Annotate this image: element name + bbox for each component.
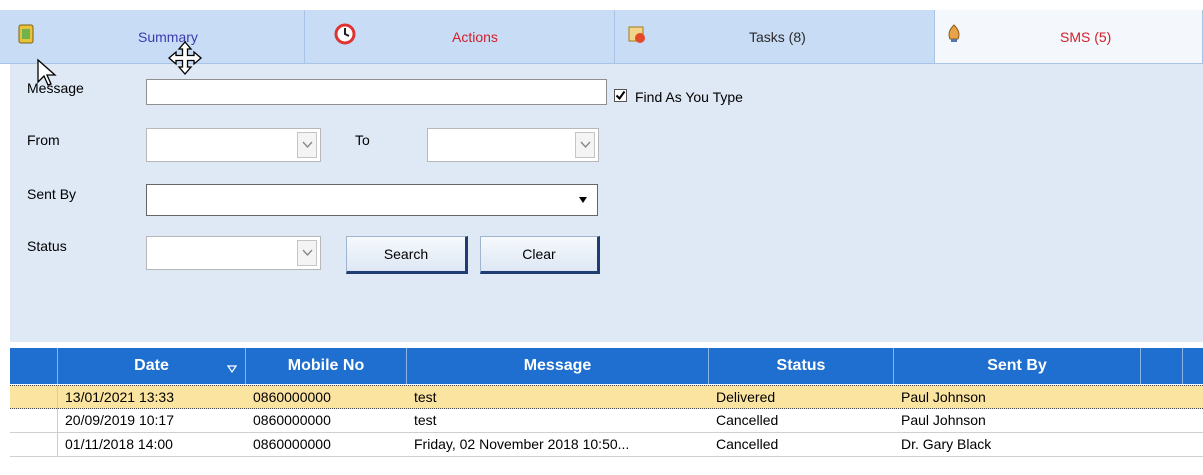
tab-tasks-label: Tasks (8): [749, 29, 806, 45]
to-dropdown-button[interactable]: [575, 132, 595, 158]
grid-row-header-corner: [10, 348, 58, 384]
tab-sms[interactable]: SMS (5): [935, 10, 1203, 63]
filter-panel: Message Find As You Type From To Sent By…: [10, 64, 1203, 342]
search-button[interactable]: Search: [346, 236, 468, 274]
to-label: To: [355, 132, 370, 148]
cell-message: test: [414, 389, 437, 405]
actions-clock-icon: [333, 22, 357, 46]
move-cursor-icon: [167, 40, 203, 79]
tab-actions[interactable]: Actions: [305, 10, 615, 63]
grid-header: Date Mobile No Message Status Sent By: [10, 348, 1203, 384]
cell-sent-by: Dr. Gary Black: [901, 436, 992, 452]
status-combo[interactable]: [146, 236, 321, 270]
message-input[interactable]: [146, 79, 607, 105]
cell-date: 20/09/2019 10:17: [65, 412, 174, 428]
cell-mobile-no: 0860000000: [253, 389, 331, 405]
cell-date: 13/01/2021 13:33: [65, 389, 174, 405]
sort-desc-icon: [226, 360, 238, 378]
from-date-combo[interactable]: [146, 128, 321, 162]
sent-by-dropdown-button[interactable]: [574, 188, 594, 212]
status-dropdown-button[interactable]: [297, 240, 317, 266]
chevron-down-icon: [580, 141, 591, 149]
tab-tasks[interactable]: Tasks (8): [615, 10, 935, 63]
chevron-down-icon: [302, 141, 313, 149]
cell-sent-by: Paul Johnson: [901, 389, 986, 405]
column-header-filler: [1183, 348, 1203, 384]
sms-icon: [943, 22, 967, 46]
cell-status: Cancelled: [716, 436, 779, 452]
column-header-status[interactable]: Status: [709, 348, 894, 384]
summary-icon: [16, 22, 40, 46]
cell-sent-by: Paul Johnson: [901, 412, 986, 428]
from-label: From: [27, 132, 60, 148]
cell-status: Delivered: [716, 389, 776, 405]
clear-button[interactable]: Clear: [480, 236, 600, 274]
row-header[interactable]: [10, 433, 58, 457]
column-header-date[interactable]: Date: [58, 348, 246, 384]
cell-mobile-no: 0860000000: [253, 436, 331, 452]
table-row[interactable]: 13/01/2021 13:33 0860000000 test Deliver…: [10, 385, 1203, 410]
arrow-cursor-icon: [36, 58, 58, 91]
cell-date: 01/11/2018 14:00: [65, 436, 173, 452]
column-header-sent-by[interactable]: Sent By: [894, 348, 1141, 384]
row-header[interactable]: [10, 386, 58, 410]
table-row[interactable]: 20/09/2019 10:17 0860000000 test Cancell…: [10, 409, 1203, 433]
to-date-combo[interactable]: [427, 128, 599, 162]
column-header-message[interactable]: Message: [407, 348, 709, 384]
cell-mobile-no: 0860000000: [253, 412, 331, 428]
column-header-date-label: Date: [134, 357, 169, 374]
tab-sms-label: SMS (5): [1060, 29, 1112, 45]
tab-summary[interactable]: Summary: [0, 10, 305, 63]
cell-message: test: [414, 412, 437, 428]
table-row[interactable]: 01/11/2018 14:00 0860000000 Friday, 02 N…: [10, 433, 1203, 457]
sent-by-label: Sent By: [27, 186, 77, 202]
tasks-icon: [625, 22, 649, 46]
column-header-mobile-no[interactable]: Mobile No: [246, 348, 407, 384]
status-label: Status: [27, 238, 67, 254]
caret-down-icon: [579, 197, 587, 203]
cell-message: Friday, 02 November 2018 10:50...: [414, 436, 630, 452]
row-header[interactable]: [10, 409, 58, 433]
tab-actions-label: Actions: [452, 29, 498, 45]
find-as-you-type-checkbox[interactable]: [614, 89, 627, 102]
chevron-down-icon: [302, 249, 313, 257]
column-header-extra[interactable]: [1141, 348, 1183, 384]
from-dropdown-button[interactable]: [297, 132, 317, 158]
sent-by-combo[interactable]: [146, 184, 598, 216]
cell-status: Cancelled: [716, 412, 779, 428]
find-as-you-type-label: Find As You Type: [635, 89, 743, 105]
